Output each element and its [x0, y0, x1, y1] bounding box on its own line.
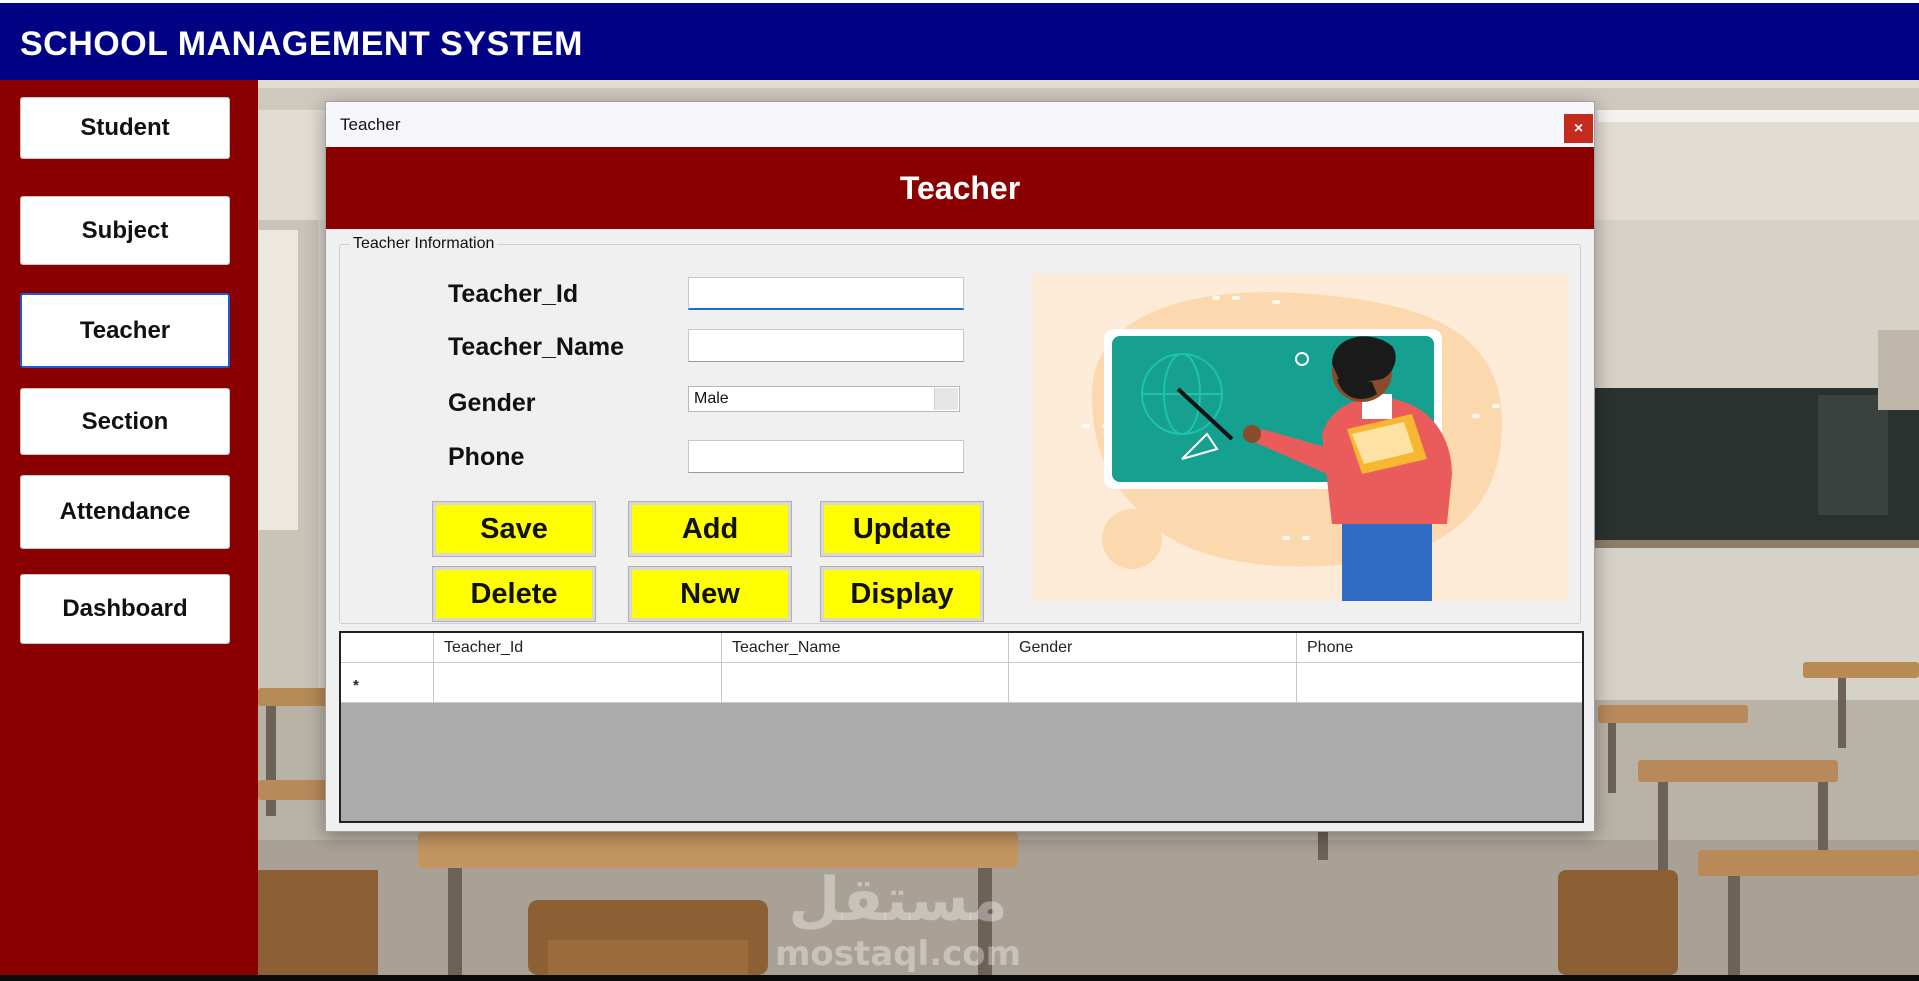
group-title: Teacher Information	[350, 235, 498, 253]
column-header-gender[interactable]: Gender	[1009, 633, 1297, 662]
sidebar-item-student[interactable]: Student	[20, 97, 230, 159]
app-title: SCHOOL MANAGEMENT SYSTEM	[20, 25, 583, 63]
table-cell[interactable]	[1009, 663, 1297, 702]
phone-input[interactable]	[688, 440, 964, 473]
sidebar-item-attendance[interactable]: Attendance	[20, 475, 230, 549]
grid-header-row: Teacher_Id Teacher_Name Gender Phone	[341, 633, 1582, 663]
update-button[interactable]: Update	[820, 501, 984, 557]
teacher-name-input[interactable]	[688, 329, 964, 362]
dialog-header: Teacher	[326, 147, 1594, 229]
teacher-name-label: Teacher_Name	[448, 333, 625, 361]
add-button[interactable]: Add	[628, 501, 792, 557]
gender-select[interactable]: Male	[688, 386, 960, 412]
column-header-phone[interactable]: Phone	[1297, 633, 1584, 662]
column-header-teacher-id[interactable]: Teacher_Id	[434, 633, 722, 662]
teacher-id-input[interactable]	[688, 277, 964, 310]
save-button[interactable]: Save	[432, 501, 596, 557]
dialog-title-bar[interactable]: Teacher ×	[326, 102, 1594, 147]
row-header-corner	[341, 633, 434, 662]
dialog-header-title: Teacher	[899, 169, 1021, 206]
teacher-dialog: Teacher × Teacher Teacher Information Te…	[325, 101, 1595, 832]
grid-new-row[interactable]: *	[341, 663, 1582, 703]
phone-label: Phone	[448, 443, 525, 471]
new-row-marker: *	[353, 677, 359, 694]
teacher-id-label: Teacher_Id	[448, 280, 579, 308]
sidebar-item-teacher[interactable]: Teacher	[20, 293, 230, 368]
dialog-title: Teacher	[340, 115, 401, 134]
gender-label: Gender	[448, 389, 536, 417]
row-header[interactable]: *	[341, 663, 434, 702]
app-window: SCHOOL MANAGEMENT SYSTEM Student Subject…	[0, 0, 1919, 981]
table-cell[interactable]	[722, 663, 1009, 702]
sidebar-item-section[interactable]: Section	[20, 388, 230, 455]
column-header-teacher-name[interactable]: Teacher_Name	[722, 633, 1009, 662]
bottom-strip	[0, 975, 1919, 981]
teacher-data-grid[interactable]: Teacher_Id Teacher_Name Gender Phone *	[339, 631, 1584, 823]
sidebar-item-dashboard[interactable]: Dashboard	[20, 574, 230, 644]
chevron-down-icon[interactable]	[934, 388, 958, 410]
gender-selected-value: Male	[694, 390, 729, 407]
table-cell[interactable]	[434, 663, 722, 702]
close-button[interactable]: ×	[1564, 114, 1593, 143]
close-icon: ×	[1573, 119, 1584, 137]
sidebar-item-subject[interactable]: Subject	[20, 196, 230, 265]
app-title-bar: SCHOOL MANAGEMENT SYSTEM	[0, 0, 1919, 80]
display-button[interactable]: Display	[820, 566, 984, 622]
delete-button[interactable]: Delete	[432, 566, 596, 622]
teacher-illustration	[1032, 274, 1569, 601]
sidebar: Student Subject Teacher Section Attendan…	[0, 80, 258, 975]
watermark-latin: mostaql.com	[775, 934, 1021, 974]
watermark-arabic: مستقل	[788, 865, 1007, 935]
table-cell[interactable]	[1297, 663, 1584, 702]
new-button[interactable]: New	[628, 566, 792, 622]
